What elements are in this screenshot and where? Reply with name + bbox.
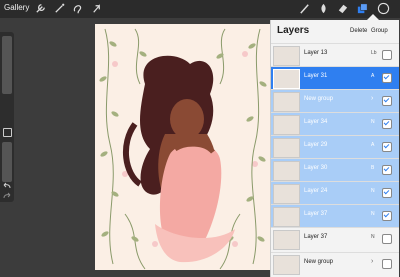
layers-panel: Layers Delete Group Layer 13 Lb Layer 31… bbox=[270, 20, 399, 277]
blend-mode-label[interactable]: N bbox=[371, 188, 375, 194]
layer-row[interactable]: Layer 24 N bbox=[271, 181, 399, 204]
layer-thumbnail bbox=[273, 184, 300, 204]
brush-icon[interactable] bbox=[298, 2, 311, 15]
visibility-checkbox[interactable] bbox=[382, 50, 392, 60]
visibility-checkbox[interactable] bbox=[382, 188, 392, 198]
undo-icon[interactable] bbox=[2, 182, 12, 190]
selection-icon[interactable] bbox=[71, 2, 84, 15]
layer-row[interactable]: Layer 30 B bbox=[271, 158, 399, 181]
visibility-checkbox[interactable] bbox=[382, 259, 392, 269]
wrench-icon[interactable] bbox=[34, 2, 47, 15]
modify-button[interactable] bbox=[3, 128, 12, 137]
side-toolbar bbox=[0, 32, 14, 202]
layers-panel-title: Layers bbox=[277, 25, 310, 36]
blend-mode-label[interactable]: B bbox=[371, 165, 374, 171]
blend-mode-label[interactable]: N bbox=[371, 119, 375, 125]
layer-thumbnail bbox=[273, 161, 300, 181]
group-name: New group bbox=[304, 259, 334, 265]
group-name: New group bbox=[304, 96, 334, 102]
smudge-icon[interactable] bbox=[317, 2, 330, 15]
visibility-checkbox[interactable] bbox=[382, 165, 392, 175]
layer-name: Layer 29 bbox=[304, 142, 328, 148]
layer-name: Layer 37 bbox=[304, 234, 328, 240]
blend-mode-label[interactable]: N bbox=[371, 211, 375, 217]
gallery-button[interactable]: Gallery bbox=[4, 3, 29, 12]
group-row[interactable]: New group › bbox=[271, 89, 399, 112]
layer-thumbnail bbox=[273, 69, 300, 89]
blend-mode-label[interactable]: Lb bbox=[371, 50, 377, 56]
layer-name: Layer 37 bbox=[304, 211, 328, 217]
transform-icon[interactable] bbox=[90, 2, 103, 15]
blend-mode-label[interactable]: A bbox=[371, 142, 374, 148]
group-thumbnail bbox=[273, 92, 300, 112]
top-toolbar: Gallery bbox=[0, 0, 400, 19]
visibility-checkbox[interactable] bbox=[382, 142, 392, 152]
layer-row[interactable]: Layer 13 Lb bbox=[271, 43, 399, 66]
group-thumbnail bbox=[273, 255, 300, 275]
blend-mode-label[interactable]: A bbox=[371, 73, 374, 79]
visibility-checkbox[interactable] bbox=[382, 96, 392, 106]
chevron-right-icon[interactable]: › bbox=[371, 95, 373, 102]
layer-name: Layer 30 bbox=[304, 165, 328, 171]
layer-row-selected[interactable]: Layer 31 A bbox=[271, 66, 399, 89]
blend-mode-label[interactable]: N bbox=[371, 234, 375, 240]
visibility-checkbox[interactable] bbox=[382, 73, 392, 83]
group-button[interactable]: Group bbox=[371, 28, 388, 34]
layer-name: Layer 13 bbox=[304, 50, 328, 56]
layer-thumbnail bbox=[273, 138, 300, 158]
layer-name: Layer 34 bbox=[304, 119, 328, 125]
eraser-icon[interactable] bbox=[336, 2, 349, 15]
layer-thumbnail bbox=[273, 230, 300, 250]
layer-thumbnail bbox=[273, 46, 300, 66]
visibility-checkbox[interactable] bbox=[382, 119, 392, 129]
redo-icon[interactable] bbox=[2, 192, 12, 200]
layer-name: Layer 24 bbox=[304, 188, 328, 194]
layers-panel-header: Layers Delete Group bbox=[271, 20, 399, 42]
delete-button[interactable]: Delete bbox=[350, 28, 367, 34]
group-row[interactable]: New group › bbox=[271, 252, 399, 277]
layer-thumbnail bbox=[273, 207, 300, 227]
opacity-slider[interactable] bbox=[2, 142, 12, 182]
artwork-canvas[interactable] bbox=[95, 24, 270, 270]
layer-row[interactable]: Layer 37 N bbox=[271, 227, 399, 252]
layer-row[interactable]: Layer 37 N bbox=[271, 204, 399, 227]
layer-name: Layer 31 bbox=[304, 73, 328, 79]
layer-row[interactable]: Layer 29 A bbox=[271, 135, 399, 158]
visibility-checkbox[interactable] bbox=[382, 234, 392, 244]
layer-row[interactable]: Layer 34 N bbox=[271, 112, 399, 135]
brush-size-slider[interactable] bbox=[2, 36, 12, 94]
artwork-illustration bbox=[95, 24, 270, 270]
visibility-checkbox[interactable] bbox=[382, 211, 392, 221]
magic-wand-icon[interactable] bbox=[53, 2, 66, 15]
layer-thumbnail bbox=[273, 115, 300, 135]
chevron-right-icon[interactable]: › bbox=[371, 258, 373, 265]
